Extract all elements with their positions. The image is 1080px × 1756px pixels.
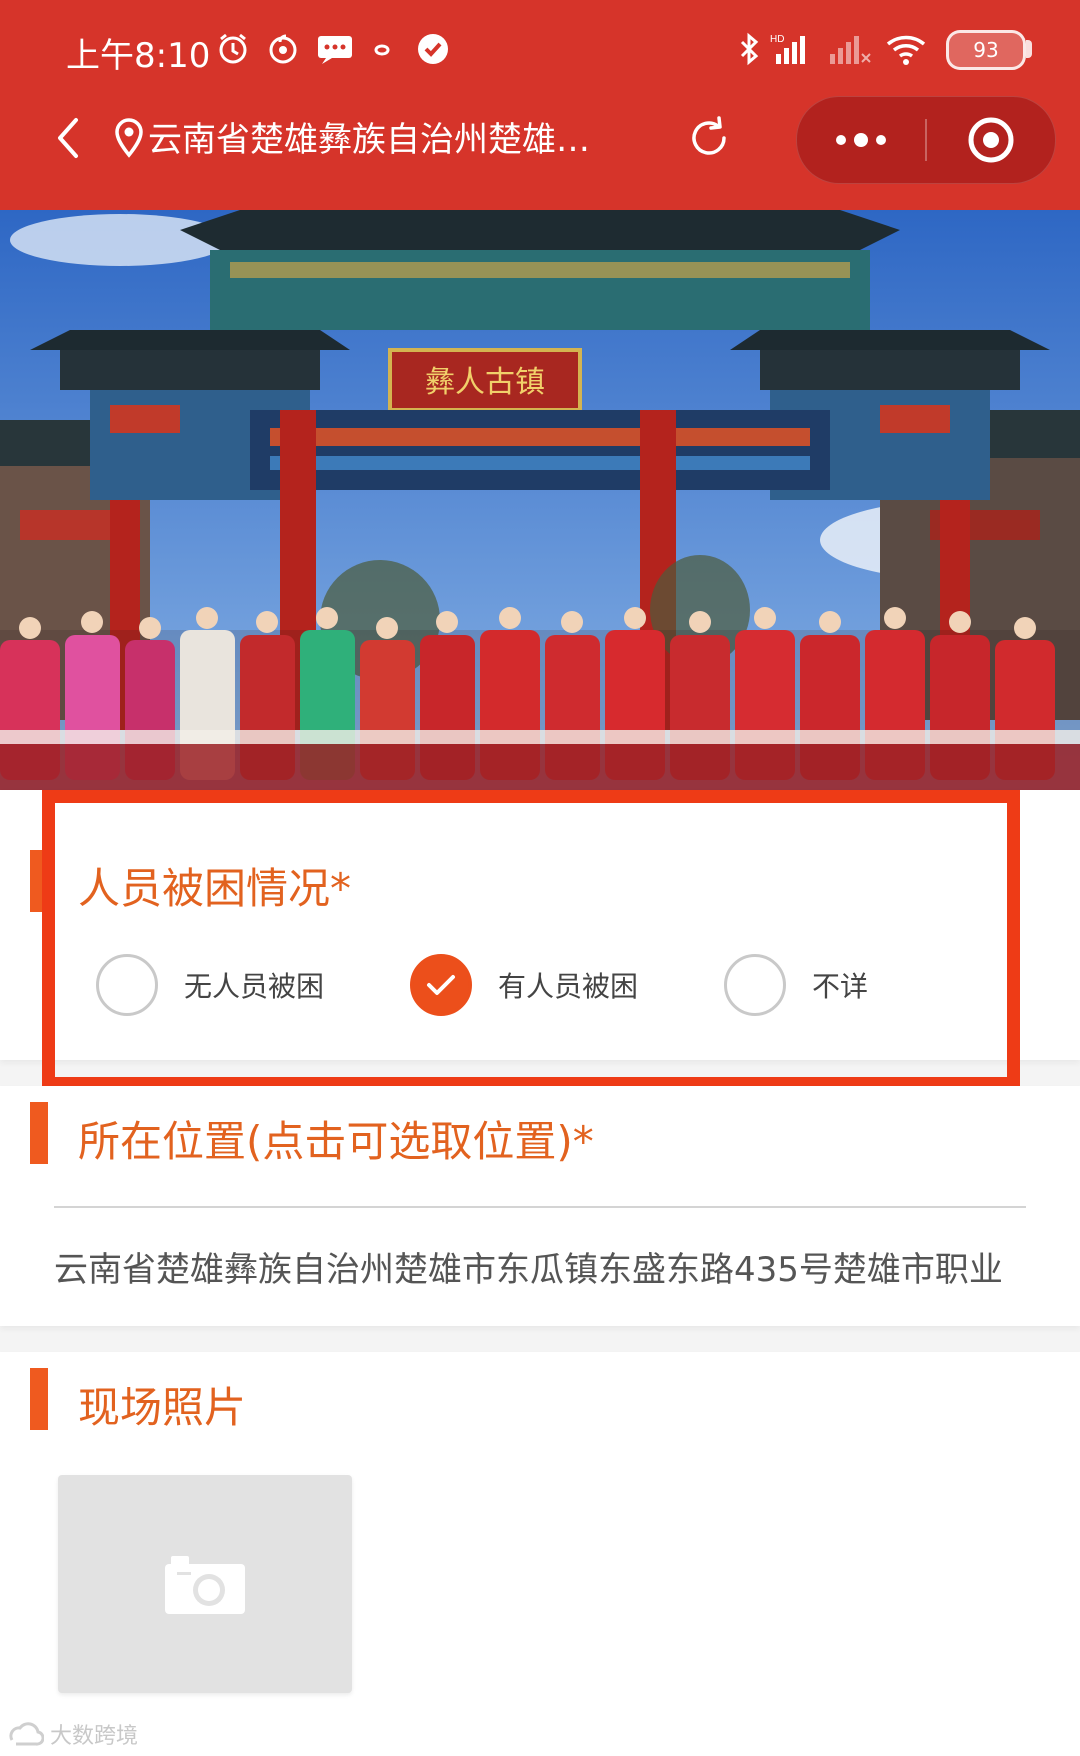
watermark-logo-icon: [9, 1722, 44, 1746]
divider: [54, 1206, 1026, 1208]
radio-trapped[interactable]: 有人员被困: [410, 950, 638, 1020]
radio-no-trapped[interactable]: 无人员被困: [96, 950, 324, 1020]
section-accent-bar: [30, 1368, 48, 1430]
camera-icon: [165, 1556, 245, 1614]
radio-circle[interactable]: [724, 954, 786, 1016]
radio-label[interactable]: 无人员被困: [184, 965, 324, 1005]
radio-label[interactable]: 有人员被困: [498, 965, 638, 1005]
location-title[interactable]: 所在位置(点击可选取位置)*: [78, 1108, 594, 1169]
radio-circle-checked[interactable]: [410, 954, 472, 1016]
radio-circle[interactable]: [96, 954, 158, 1016]
radio-label[interactable]: 不详: [812, 965, 868, 1005]
address-field[interactable]: 云南省楚雄彝族自治州楚雄市东瓜镇东盛东路435号楚雄市职业: [54, 1242, 1026, 1291]
radio-unknown[interactable]: 不详: [724, 950, 868, 1020]
photos-title: 现场照片: [78, 1383, 247, 1432]
photo-upload-button[interactable]: [58, 1475, 352, 1693]
watermark-text: 大数跨境: [50, 1724, 139, 1749]
section-accent-bar: [30, 1102, 48, 1164]
watermark: 大数跨境: [8, 1718, 138, 1750]
checkmark-icon: [427, 975, 455, 995]
